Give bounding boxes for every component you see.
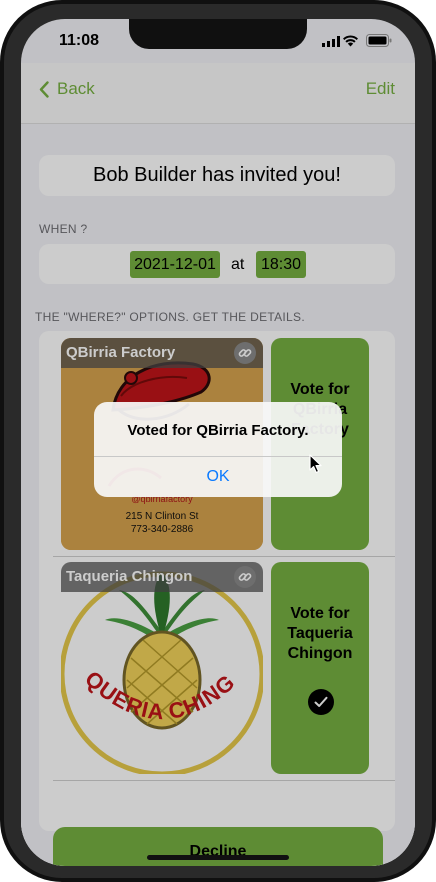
mouse-cursor-icon — [309, 454, 322, 474]
alert-ok-button[interactable]: OK — [94, 457, 342, 497]
vote-confirmation-alert: Voted for QBirria Factory. OK — [94, 402, 342, 497]
notch — [129, 19, 307, 49]
status-time: 11:08 — [59, 32, 100, 49]
home-indicator[interactable] — [147, 855, 289, 860]
alert-title: Voted for QBirria Factory. — [127, 422, 309, 439]
screen: 11:08 Back Edit Bob Builder has invited — [21, 19, 415, 866]
wifi-icon — [343, 35, 358, 47]
battery-icon — [366, 34, 392, 47]
cellular-signal-icon — [322, 36, 340, 47]
